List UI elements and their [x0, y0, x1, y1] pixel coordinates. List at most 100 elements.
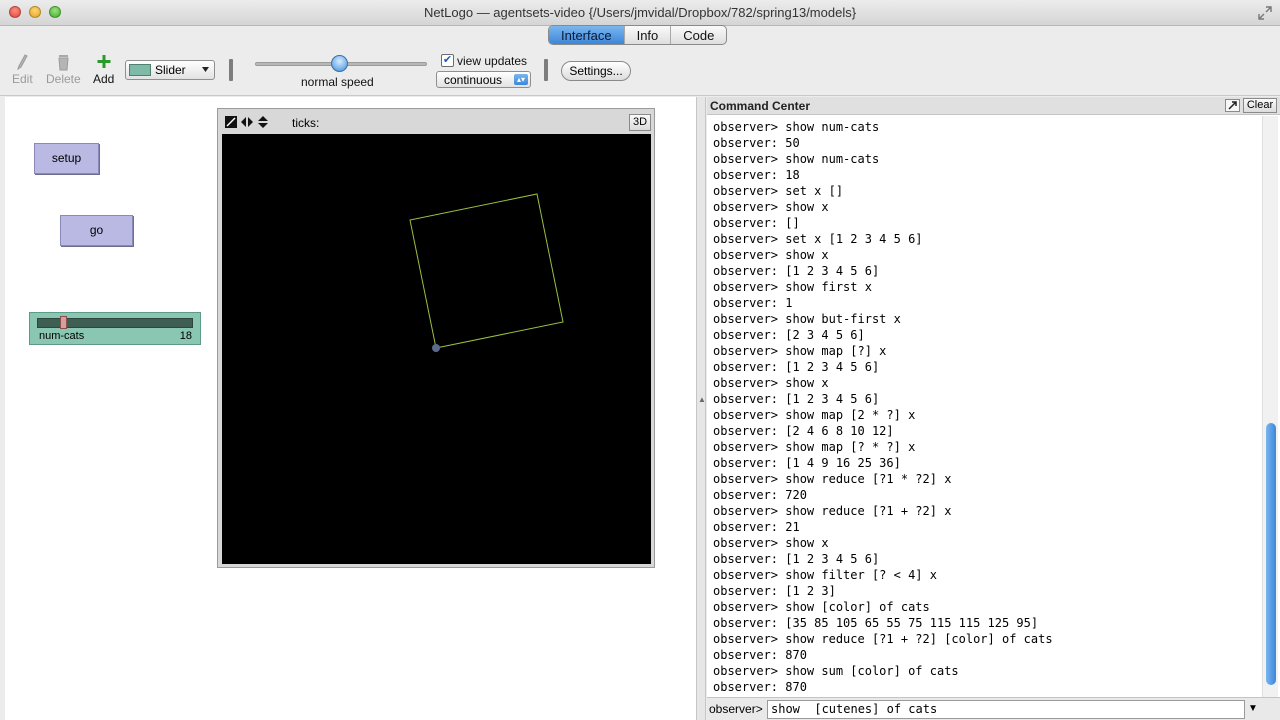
pane-splitter[interactable]: ▲ [696, 97, 706, 720]
speed-label: normal speed [301, 75, 374, 89]
tab-interface[interactable]: Interface [549, 26, 625, 44]
clear-button[interactable]: Clear [1243, 98, 1277, 113]
toolbar-divider [544, 59, 548, 81]
output-line: observer> show sum [color] of cats [713, 664, 959, 678]
widget-type-value: Slider [155, 63, 186, 77]
num-cats-slider[interactable]: num-cats 18 [29, 312, 201, 345]
command-input-text: show [cutenes] of cats [771, 702, 938, 716]
output-line: observer: [] [713, 216, 800, 230]
command-center: Command Center Clear observer> show num-… [707, 97, 1280, 720]
slider-thumb[interactable] [60, 316, 67, 329]
toolbar-divider [229, 59, 233, 81]
output-line: observer: [2 3 4 5 6] [713, 328, 865, 342]
command-input[interactable]: show [cutenes] of cats [767, 700, 1245, 719]
updown-arrows-icon: ▴▾ [514, 74, 528, 85]
command-output: observer> show num-cats observer: 50 obser… [713, 119, 1258, 697]
scrollbar-thumb[interactable] [1266, 423, 1276, 685]
update-mode-value: continuous [444, 73, 503, 87]
output-line: observer> show x [713, 248, 829, 262]
delete-label: Delete [46, 72, 81, 86]
tab-bar: Interface Info Code [548, 25, 728, 45]
output-line: observer> show reduce [?1 + ?2] [color] … [713, 632, 1053, 646]
speed-slider-knob[interactable] [331, 55, 348, 72]
output-line: observer: [1 2 3] [713, 584, 836, 598]
trash-icon [58, 55, 69, 71]
output-line: observer> show filter [? < 4] x [713, 568, 937, 582]
command-prompt[interactable]: observer> [709, 702, 763, 716]
title-bar: NetLogo — agentsets-video {/Users/jmvida… [0, 0, 1280, 26]
add-label: Add [93, 72, 115, 86]
output-line: observer: 1 [713, 296, 793, 310]
ticks-label: ticks: [292, 116, 320, 130]
3d-view-button[interactable]: 3D [629, 114, 651, 131]
output-line: observer> show first x [713, 280, 872, 294]
turtle-trail-square [409, 193, 564, 349]
output-line: observer: 870 [713, 680, 807, 694]
resize-vertical-icon[interactable] [256, 115, 270, 129]
edit-label: Edit [12, 72, 33, 86]
output-line: observer> show but-first x [713, 312, 901, 326]
toolbar: Edit Delete Add Slider normal speed ✔ vi… [0, 46, 1280, 96]
output-line: observer: [1 2 3 4 5 6] [713, 552, 880, 566]
output-line: observer: [2 4 6 8 10 12] [713, 424, 894, 438]
view-header: ticks: 3D [218, 109, 654, 135]
output-line: observer> set x [] [713, 184, 844, 198]
world-drawing [409, 193, 564, 352]
output-line: observer> show map [? * ?] x [713, 440, 916, 454]
plus-icon [97, 55, 111, 68]
output-line: observer> show x [713, 536, 829, 550]
output-line: observer: [1 2 3 4 5 6] [713, 264, 880, 278]
tab-info[interactable]: Info [625, 26, 672, 44]
interface-pane: setup go num-cats 18 ticks: 3D [5, 97, 696, 720]
output-line: observer> show reduce [?1 * ?2] x [713, 472, 952, 486]
output-line: observer: [1 2 3 4 5 6] [713, 392, 880, 406]
output-line: observer> show map [?] x [713, 344, 887, 358]
turtle[interactable] [432, 344, 440, 352]
output-line: observer: 870 [713, 648, 807, 662]
output-line: observer: 720 [713, 488, 807, 502]
expand-icon[interactable] [1225, 99, 1240, 112]
edit-view-icon[interactable] [224, 115, 238, 129]
output-line: observer: [1 4 9 16 25 36] [713, 456, 901, 470]
world-canvas[interactable] [222, 134, 651, 564]
delete-button[interactable]: Delete [46, 52, 81, 86]
settings-button[interactable]: Settings... [561, 61, 631, 81]
output-line: observer> show [color] of cats [713, 600, 930, 614]
view-updates-label: view updates [457, 54, 528, 68]
update-mode-select[interactable]: continuous ▴▾ [436, 71, 531, 88]
output-line: observer> show reduce [?1 + ?2] x [713, 504, 952, 518]
output-line: observer> show num-cats [713, 120, 880, 134]
command-input-row: observer> show [cutenes] of cats ▼ [707, 697, 1280, 720]
tab-code[interactable]: Code [671, 26, 726, 44]
output-line: observer: [35 85 105 65 55 75 115 115 12… [713, 616, 1039, 630]
output-line: observer> show x [713, 376, 829, 390]
command-output-scrollbar[interactable] [1262, 116, 1278, 698]
output-line: observer: 21 [713, 520, 800, 534]
resize-horizontal-icon[interactable] [240, 115, 254, 129]
world-view: ticks: 3D [217, 108, 655, 568]
output-line: observer: [1 2 3 4 5 6] [713, 360, 880, 374]
pencil-icon [17, 54, 29, 71]
collapse-arrow-icon[interactable]: ▲ [698, 395, 706, 404]
output-line: observer> show map [2 * ?] x [713, 408, 916, 422]
output-line: observer> show x [713, 200, 829, 214]
chevron-down-icon [202, 67, 209, 72]
slider-widget-icon [129, 64, 151, 76]
slider-name: num-cats [39, 330, 85, 342]
command-center-title: Command Center [710, 99, 811, 113]
go-button[interactable]: go [60, 215, 133, 246]
add-button[interactable]: Add [93, 52, 114, 86]
command-center-header: Command Center Clear [707, 97, 1280, 115]
slider-value: 18 [179, 330, 192, 342]
fullscreen-icon[interactable] [1258, 6, 1272, 20]
edit-button[interactable]: Edit [12, 52, 33, 86]
setup-button[interactable]: setup [34, 143, 99, 174]
history-dropdown-icon[interactable]: ▼ [1248, 703, 1258, 714]
output-line: observer: 18 [713, 168, 800, 182]
window-title: NetLogo — agentsets-video {/Users/jmvida… [423, 5, 857, 20]
widget-type-select[interactable]: Slider [125, 60, 215, 80]
output-line: observer> show num-cats [713, 152, 880, 166]
output-line: observer: 50 [713, 136, 800, 150]
view-updates-checkbox[interactable]: ✔ [441, 54, 454, 67]
output-line: observer> set x [1 2 3 4 5 6] [713, 232, 923, 246]
